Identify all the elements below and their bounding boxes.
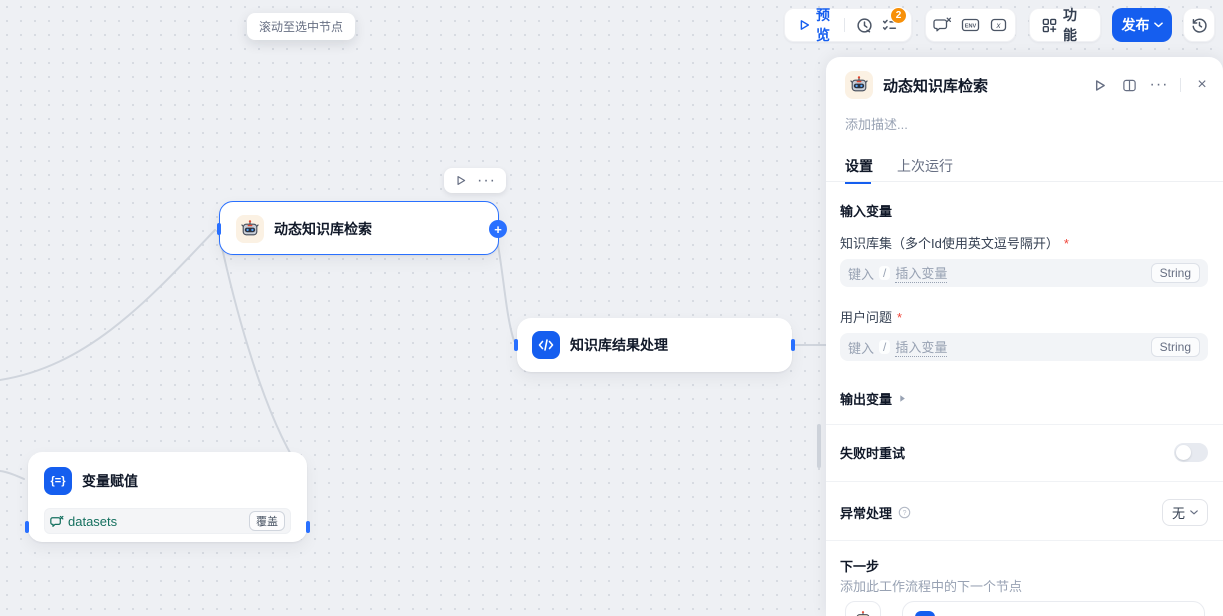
variable-assigner-icon: {=} — [44, 467, 72, 495]
error-strategy-select[interactable]: 无 — [1162, 499, 1208, 526]
error-handling-row: 异常处理 ? 无 — [840, 497, 1208, 527]
current-node-chip[interactable] — [845, 601, 881, 616]
node-title: 动态知识库检索 — [274, 219, 372, 239]
field-label-user-question: 用户问题* — [840, 307, 902, 327]
edge-incoming-retrieval — [0, 230, 215, 380]
variable-inspector-icon[interactable]: x — [987, 13, 1011, 37]
restore-clock-icon — [1191, 17, 1208, 34]
tab-last-run[interactable]: 上次运行 — [897, 156, 953, 176]
section-divider — [826, 424, 1223, 425]
svg-text:ENV: ENV — [965, 23, 977, 29]
node-title: 变量赋值 — [82, 471, 138, 491]
panel-title: 动态知识库检索 — [883, 75, 1080, 96]
code-icon — [532, 331, 560, 359]
more-icon[interactable]: ··· — [1148, 74, 1170, 96]
edge-assigner-retrieval — [219, 234, 305, 477]
section-divider — [826, 481, 1223, 482]
assigned-variable-row[interactable]: datasets 覆盖 — [44, 508, 291, 534]
chevron-down-icon — [1154, 22, 1163, 28]
next-step-title: 下一步 — [840, 556, 879, 576]
next-node-card[interactable] — [902, 601, 1205, 616]
caret-right-icon — [899, 394, 906, 403]
conversation-variable-icon — [50, 515, 64, 528]
divider — [844, 18, 845, 32]
toolbar-group-run: 预览 2 — [784, 8, 912, 42]
kb-ids-input[interactable]: 键入 / 插入变量 String — [840, 259, 1208, 287]
retry-row: 失败时重试 — [840, 437, 1208, 467]
target-handle[interactable] — [514, 339, 518, 351]
overwrite-badge: 覆盖 — [249, 511, 285, 531]
run-node-icon[interactable] — [1088, 74, 1110, 96]
node-title: 知识库结果处理 — [570, 335, 668, 355]
user-question-input[interactable]: 键入 / 插入变量 String — [840, 333, 1208, 361]
features-button[interactable]: 功能 — [1030, 5, 1100, 45]
svg-text:?: ? — [903, 510, 907, 517]
target-handle[interactable] — [217, 223, 221, 235]
run-history-icon[interactable] — [855, 13, 874, 37]
toolbar-group-variables: ENV x — [925, 8, 1016, 42]
svg-text:x: x — [996, 21, 1002, 30]
edge-retrieval-processor — [497, 239, 514, 341]
publish-button[interactable]: 发布 — [1112, 8, 1172, 42]
node-kb-result-processor[interactable]: 知识库结果处理 — [517, 318, 792, 372]
add-next-node-button[interactable]: + — [489, 220, 507, 238]
robot-icon — [236, 215, 264, 243]
variable-name: datasets — [68, 514, 245, 529]
conversation-variables-icon[interactable] — [930, 13, 954, 37]
panel-scrollbar[interactable] — [817, 424, 821, 468]
notification-badge: 2 — [890, 7, 907, 24]
section-divider — [826, 540, 1223, 541]
version-history-button[interactable] — [1183, 8, 1215, 42]
type-badge: String — [1151, 337, 1200, 357]
run-node-icon[interactable] — [454, 174, 467, 187]
preview-button[interactable]: 预览 — [797, 5, 834, 45]
more-icon[interactable]: ··· — [477, 176, 496, 186]
tooltip-scroll-to-node: 滚动至选中节点 — [247, 13, 355, 40]
close-icon[interactable]: × — [1191, 74, 1213, 96]
tabs-divider — [826, 181, 1223, 182]
play-icon — [797, 18, 811, 32]
source-handle[interactable] — [791, 339, 795, 351]
split-view-icon[interactable] — [1118, 74, 1140, 96]
tab-settings[interactable]: 设置 — [845, 156, 873, 176]
blocks-icon — [1042, 18, 1057, 33]
next-node-icon — [915, 611, 935, 616]
chevron-down-icon — [1190, 510, 1198, 515]
edge-incoming-assigner — [0, 471, 24, 479]
retry-toggle[interactable] — [1174, 443, 1208, 462]
input-vars-title: 输入变量 — [840, 201, 892, 221]
field-label-kb-ids: 知识库集（多个Id使用英文逗号隔开）* — [840, 233, 1069, 253]
node-dynamic-kb-retrieval[interactable]: 动态知识库检索 + — [219, 201, 499, 255]
node-variable-assigner[interactable]: {=} 变量赋值 datasets 覆盖 — [28, 452, 307, 542]
description-placeholder[interactable]: 添加描述... — [845, 114, 908, 133]
next-step-desc: 添加此工作流程中的下一个节点 — [840, 576, 1022, 595]
type-badge: String — [1151, 263, 1200, 283]
checklist-icon[interactable]: 2 — [880, 13, 899, 37]
toolbar-group-features: 功能 — [1029, 8, 1101, 42]
divider — [1180, 78, 1181, 92]
node-config-panel: 动态知识库检索 ··· × 添加描述... 设置 上次运行 输入变量 知识库集（… — [826, 57, 1223, 616]
environment-variables-icon[interactable]: ENV — [959, 13, 983, 37]
node-hover-toolbar: ··· — [444, 168, 506, 193]
target-handle[interactable] — [25, 521, 29, 533]
output-vars-toggle[interactable]: 输出变量 — [840, 389, 906, 408]
robot-icon — [845, 71, 873, 99]
help-icon: ? — [898, 506, 1162, 519]
source-handle[interactable] — [306, 521, 310, 533]
